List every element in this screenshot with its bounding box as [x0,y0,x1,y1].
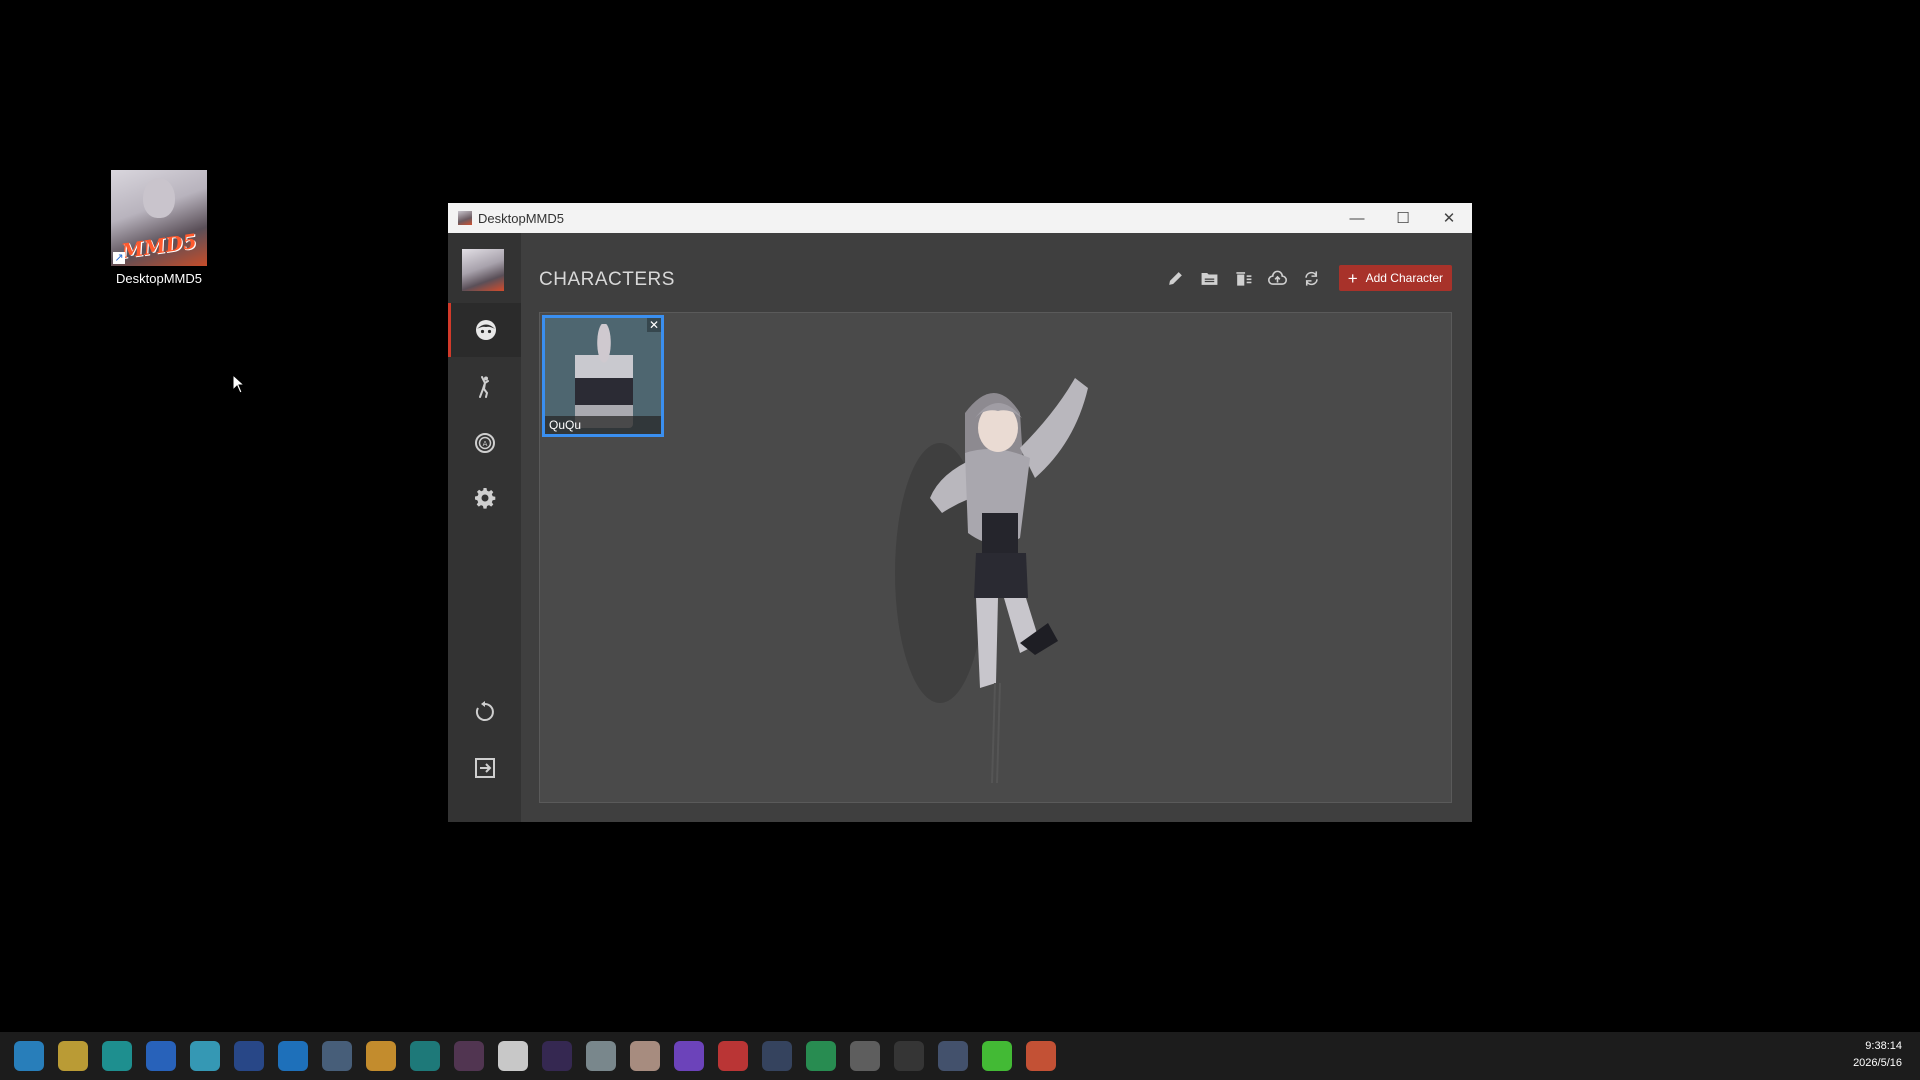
remove-character-icon[interactable]: ✕ [647,318,661,332]
close-button[interactable]: ✕ [1426,203,1472,233]
cloud-upload-icon [1268,270,1288,285]
page-title: CHARACTERS [539,269,675,290]
taskbar-app-button[interactable] [586,1041,616,1071]
folder-icon [1201,272,1218,285]
taskbar-app-button[interactable] [542,1041,572,1071]
taskbar-app-button[interactable] [850,1041,880,1071]
system-clock[interactable]: 9:38:14 2026/5/16 [1853,1038,1902,1072]
taskbar-app-button[interactable] [190,1041,220,1071]
taskbar-app-button[interactable] [982,1041,1012,1071]
taskbar-app-button[interactable] [410,1041,440,1071]
pencil-icon [1169,271,1183,285]
sidebar-item-reset[interactable] [448,685,521,739]
sidebar: A [448,233,521,822]
maximize-button[interactable]: ☐ [1380,203,1426,233]
taskbar-app-button[interactable] [1026,1041,1056,1071]
minimize-button[interactable]: — [1334,203,1380,233]
taskbar-app-button[interactable] [278,1041,308,1071]
sidebar-item-auto-actions[interactable]: A [448,416,521,470]
svg-text:A: A [482,440,487,448]
sync-button[interactable] [1299,265,1325,291]
delete-list-icon [1236,271,1252,286]
taskbar-app-button[interactable] [894,1041,924,1071]
sidebar-item-characters[interactable] [448,303,521,357]
clock-date: 2026/5/16 [1853,1057,1902,1069]
add-character-button[interactable]: + Add Character [1338,265,1452,291]
taskbar-app-button[interactable] [322,1041,352,1071]
character-thumbnail [575,324,633,428]
main-panel: CHARACTERS + Add Character QuQu ✕ [521,233,1472,822]
taskbar-app-button[interactable] [718,1041,748,1071]
character-3d-preview [895,378,1088,783]
sidebar-item-motions[interactable] [448,360,521,414]
clock-time: 9:38:14 [1865,1040,1902,1052]
taskbar-app-button[interactable] [146,1041,176,1071]
delete-button[interactable] [1231,265,1257,291]
taskbar-app-button[interactable] [938,1041,968,1071]
refresh-circle-icon [475,701,494,721]
sidebar-item-settings[interactable] [448,471,521,525]
exit-icon [474,758,495,778]
taskbar-app-button[interactable] [102,1041,132,1071]
character-card[interactable]: QuQu ✕ [542,315,664,437]
taskbar-app-button[interactable] [630,1041,660,1071]
character-face-icon [476,320,496,340]
edit-button[interactable] [1163,265,1189,291]
auto-mode-icon: A [474,433,495,453]
taskbar-app-button[interactable] [454,1041,484,1071]
desktop-icon-label: DesktopMMD5 [116,271,202,286]
add-character-label: Add Character [1365,271,1443,285]
toolbar: + Add Character [1163,265,1452,291]
open-folder-button[interactable] [1197,265,1223,291]
taskbar-app-button[interactable] [366,1041,396,1071]
desktop-shortcut-desktopmmd5[interactable]: MMD5 ↗ DesktopMMD5 [104,170,214,286]
upload-button[interactable] [1265,265,1291,291]
title-bar[interactable]: DesktopMMD5 — ☐ ✕ [448,203,1472,233]
taskbar-app-button[interactable] [234,1041,264,1071]
character-grid: QuQu ✕ [539,312,1452,803]
taskbar-app-button[interactable] [58,1041,88,1071]
taskbar-app-button[interactable] [806,1041,836,1071]
taskbar-app-button[interactable] [674,1041,704,1071]
taskbar-app-button[interactable] [498,1041,528,1071]
taskbar-app-button[interactable] [762,1041,792,1071]
sidebar-item-exit[interactable] [448,741,521,795]
app-window: DesktopMMD5 — ☐ ✕ A CHARACTERS + Add Cha… [448,203,1472,822]
shortcut-arrow-icon: ↗ [113,252,125,264]
sync-icon [1305,270,1319,286]
desktopmmd5-app-icon: MMD5 ↗ [111,170,207,266]
taskbar-apps [0,1041,1056,1071]
mouse-pointer-icon [232,374,246,394]
taskbar: 9:38:14 2026/5/16 [0,1032,1920,1080]
app-logo [462,249,504,291]
gear-icon [474,488,495,509]
window-title: DesktopMMD5 [478,210,564,226]
app-icon [458,211,472,225]
plus-icon: + [1347,268,1358,288]
dance-figure-icon [478,376,489,398]
character-name: QuQu [545,416,661,434]
taskbar-app-button[interactable] [14,1041,44,1071]
